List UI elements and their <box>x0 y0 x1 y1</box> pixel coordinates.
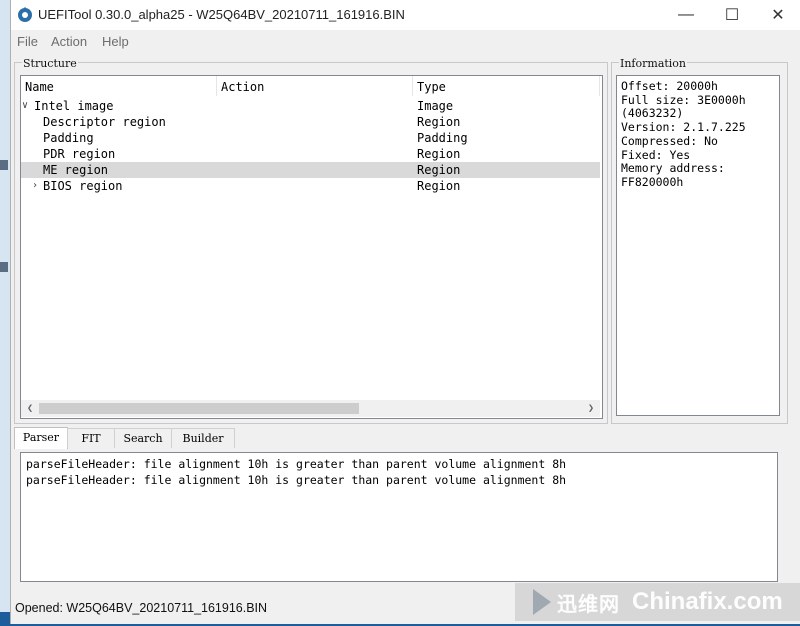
menu-help[interactable]: Help <box>102 34 129 49</box>
scroll-left-icon[interactable]: ❮ <box>22 401 38 416</box>
message-line: parseFileHeader: file alignment 10h is g… <box>26 473 567 487</box>
desktop-icon-fragment <box>0 160 8 170</box>
uefitool-gear-icon <box>18 7 32 22</box>
info-fixed: Fixed: Yes <box>621 147 691 162</box>
row-type: Region <box>417 163 461 177</box>
tab-builder[interactable]: Builder <box>171 428 235 448</box>
watermark-en: Chinafix.com <box>632 588 783 615</box>
expanded-chevron-icon[interactable]: ∨ <box>22 98 28 114</box>
close-button[interactable]: ✕ <box>755 0 800 30</box>
tree-header: Name Action Type <box>21 76 602 96</box>
minimize-button[interactable]: — <box>663 0 709 30</box>
menu-bar: File Action Help <box>11 30 800 52</box>
parser-messages[interactable]: parseFileHeader: file alignment 10h is g… <box>20 452 778 582</box>
menu-action[interactable]: Action <box>51 34 87 49</box>
tab-search[interactable]: Search <box>114 428 172 448</box>
column-name[interactable]: Name <box>21 76 217 96</box>
row-type: Region <box>417 179 461 193</box>
info-offset: Offset: 20000h <box>621 79 718 93</box>
row-name: BIOS region <box>43 179 123 193</box>
information-title: Information <box>619 57 688 70</box>
info-full-size-decimal: (4063232) <box>621 106 684 121</box>
info-memory-address: FF820000h <box>621 174 684 189</box>
tree-row-padding[interactable]: Padding Padding <box>21 130 600 146</box>
tab-fit[interactable]: FIT <box>67 428 115 448</box>
row-type: Region <box>417 115 461 129</box>
title-bar: UEFITool 0.30.0_alpha25 - W25Q64BV_20210… <box>11 0 800 30</box>
information-panel[interactable]: Offset: 20000h Full size: 3E0000h (40632… <box>616 75 780 416</box>
tree-row-bios-region[interactable]: › BIOS region Region <box>21 178 600 194</box>
info-memory-address-label: Memory address: <box>621 161 725 176</box>
row-name: Intel image <box>34 99 114 113</box>
row-name: ME region <box>43 163 109 177</box>
row-name: Descriptor region <box>43 115 166 129</box>
collapsed-chevron-icon[interactable]: › <box>32 178 38 194</box>
tree-row-descriptor-region[interactable]: Descriptor region Region <box>21 114 600 130</box>
watermark-cn: 迅维网 <box>557 593 620 616</box>
menu-file[interactable]: File <box>17 34 38 49</box>
watermark-arrow-icon <box>533 589 551 615</box>
column-type[interactable]: Type <box>413 76 600 96</box>
info-full-size: Full size: 3E0000h <box>621 92 746 107</box>
structure-tree[interactable]: Name Action Type ∨ Intel image Image Des… <box>20 75 603 419</box>
desktop-edge <box>0 0 10 626</box>
info-version: Version: 2.1.7.225 <box>621 120 746 135</box>
tree-row-pdr-region[interactable]: PDR region Region <box>21 146 600 162</box>
tree-row-me-region[interactable]: ME region Region <box>21 162 600 178</box>
column-action[interactable]: Action <box>217 76 413 96</box>
horizontal-scrollbar[interactable]: ❮ ❯ <box>21 400 600 417</box>
row-name: Padding <box>43 131 94 145</box>
row-type: Image <box>417 99 454 113</box>
chinafix-watermark: 迅维网 Chinafix.com <box>515 583 800 621</box>
tree-row-intel-image[interactable]: ∨ Intel image Image <box>21 98 600 114</box>
maximize-button[interactable]: ☐ <box>709 0 755 30</box>
info-compressed: Compressed: No <box>621 133 718 148</box>
tab-parser[interactable]: Parser <box>14 427 68 449</box>
message-line: parseFileHeader: file alignment 10h is g… <box>26 457 567 471</box>
row-name: PDR region <box>43 147 116 161</box>
row-type: Padding <box>417 131 468 145</box>
scrollbar-thumb[interactable] <box>39 403 359 414</box>
window-title: UEFITool 0.30.0_alpha25 - W25Q64BV_20210… <box>38 7 405 22</box>
structure-title: Structure <box>22 57 78 70</box>
app-window: UEFITool 0.30.0_alpha25 - W25Q64BV_20210… <box>10 0 800 624</box>
desktop-icon-fragment <box>0 262 8 272</box>
scroll-right-icon[interactable]: ❯ <box>583 401 599 416</box>
row-type: Region <box>417 147 461 161</box>
